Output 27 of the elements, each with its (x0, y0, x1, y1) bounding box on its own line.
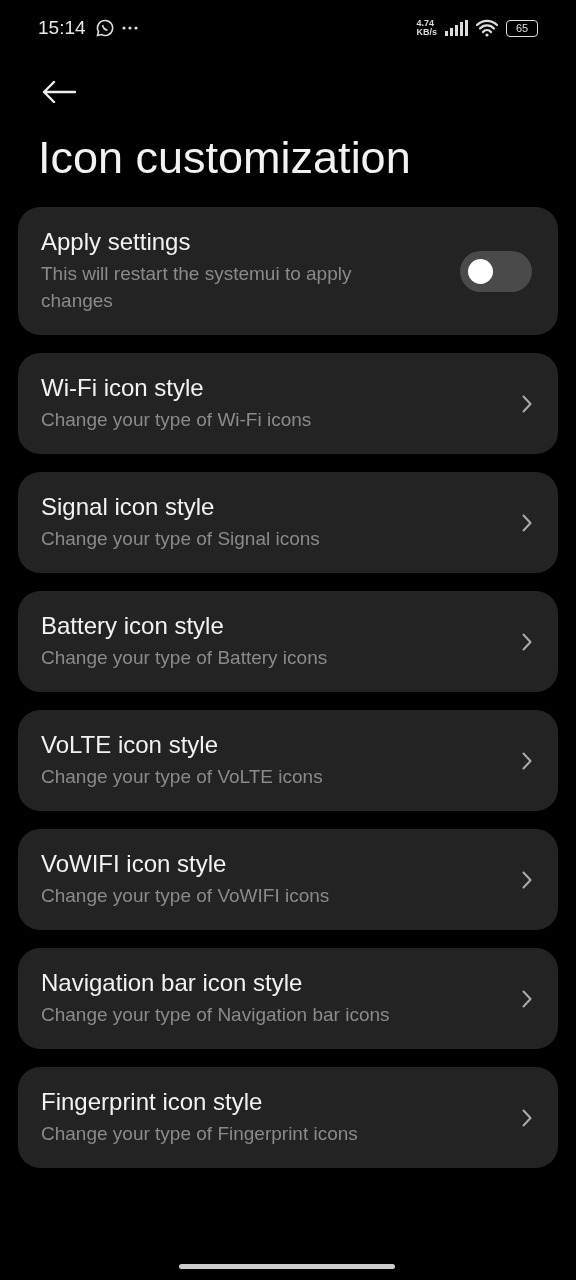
chevron-icon (522, 394, 532, 413)
chat-bubble-icon (95, 19, 114, 37)
chevron-icon (522, 989, 532, 1008)
network-speed: 4.74 (416, 19, 435, 28)
chevron-icon (522, 1108, 532, 1127)
settings-item[interactable]: Navigation bar icon style Change your type of Navigation bar icons (18, 948, 558, 1049)
setting-title: Apply settings (41, 228, 192, 256)
status-time: 15:14 (38, 17, 86, 39)
network-speed-unit: KB/s (416, 28, 437, 37)
settings-item[interactable]: VoWIFI icon style Change your type of VoWIFI icons (18, 829, 558, 930)
more-notifications-icon (121, 26, 138, 30)
signal-icon (445, 20, 468, 36)
wifi-icon (476, 19, 498, 37)
chevron-icon (522, 513, 532, 532)
chevron-icon (522, 870, 532, 889)
toggle-switch[interactable] (460, 250, 532, 292)
chevron-icon (522, 632, 532, 651)
setting-description: This will restart the systemui to apply changes (41, 262, 353, 313)
battery-icon: 65 (506, 19, 538, 37)
settings-item[interactable]: VoLTE icon style Change your type of VoLTE icons (18, 710, 558, 811)
page-title: Icon customization (38, 131, 412, 185)
settings-item[interactable]: Battery icon style Change your type of Battery icons (18, 591, 558, 692)
settings-item[interactable]: Fingerprint icon style Change your type of Fingerprint icons (18, 1067, 558, 1168)
back-arrow-icon[interactable] (42, 81, 76, 103)
settings-item[interactable]: Wi-Fi icon style Change your type of Wi-Fi icons (18, 353, 558, 454)
settings-item[interactable]: Signal icon style Change your type of Signal icons (18, 472, 558, 573)
chevron-icon (522, 751, 532, 770)
